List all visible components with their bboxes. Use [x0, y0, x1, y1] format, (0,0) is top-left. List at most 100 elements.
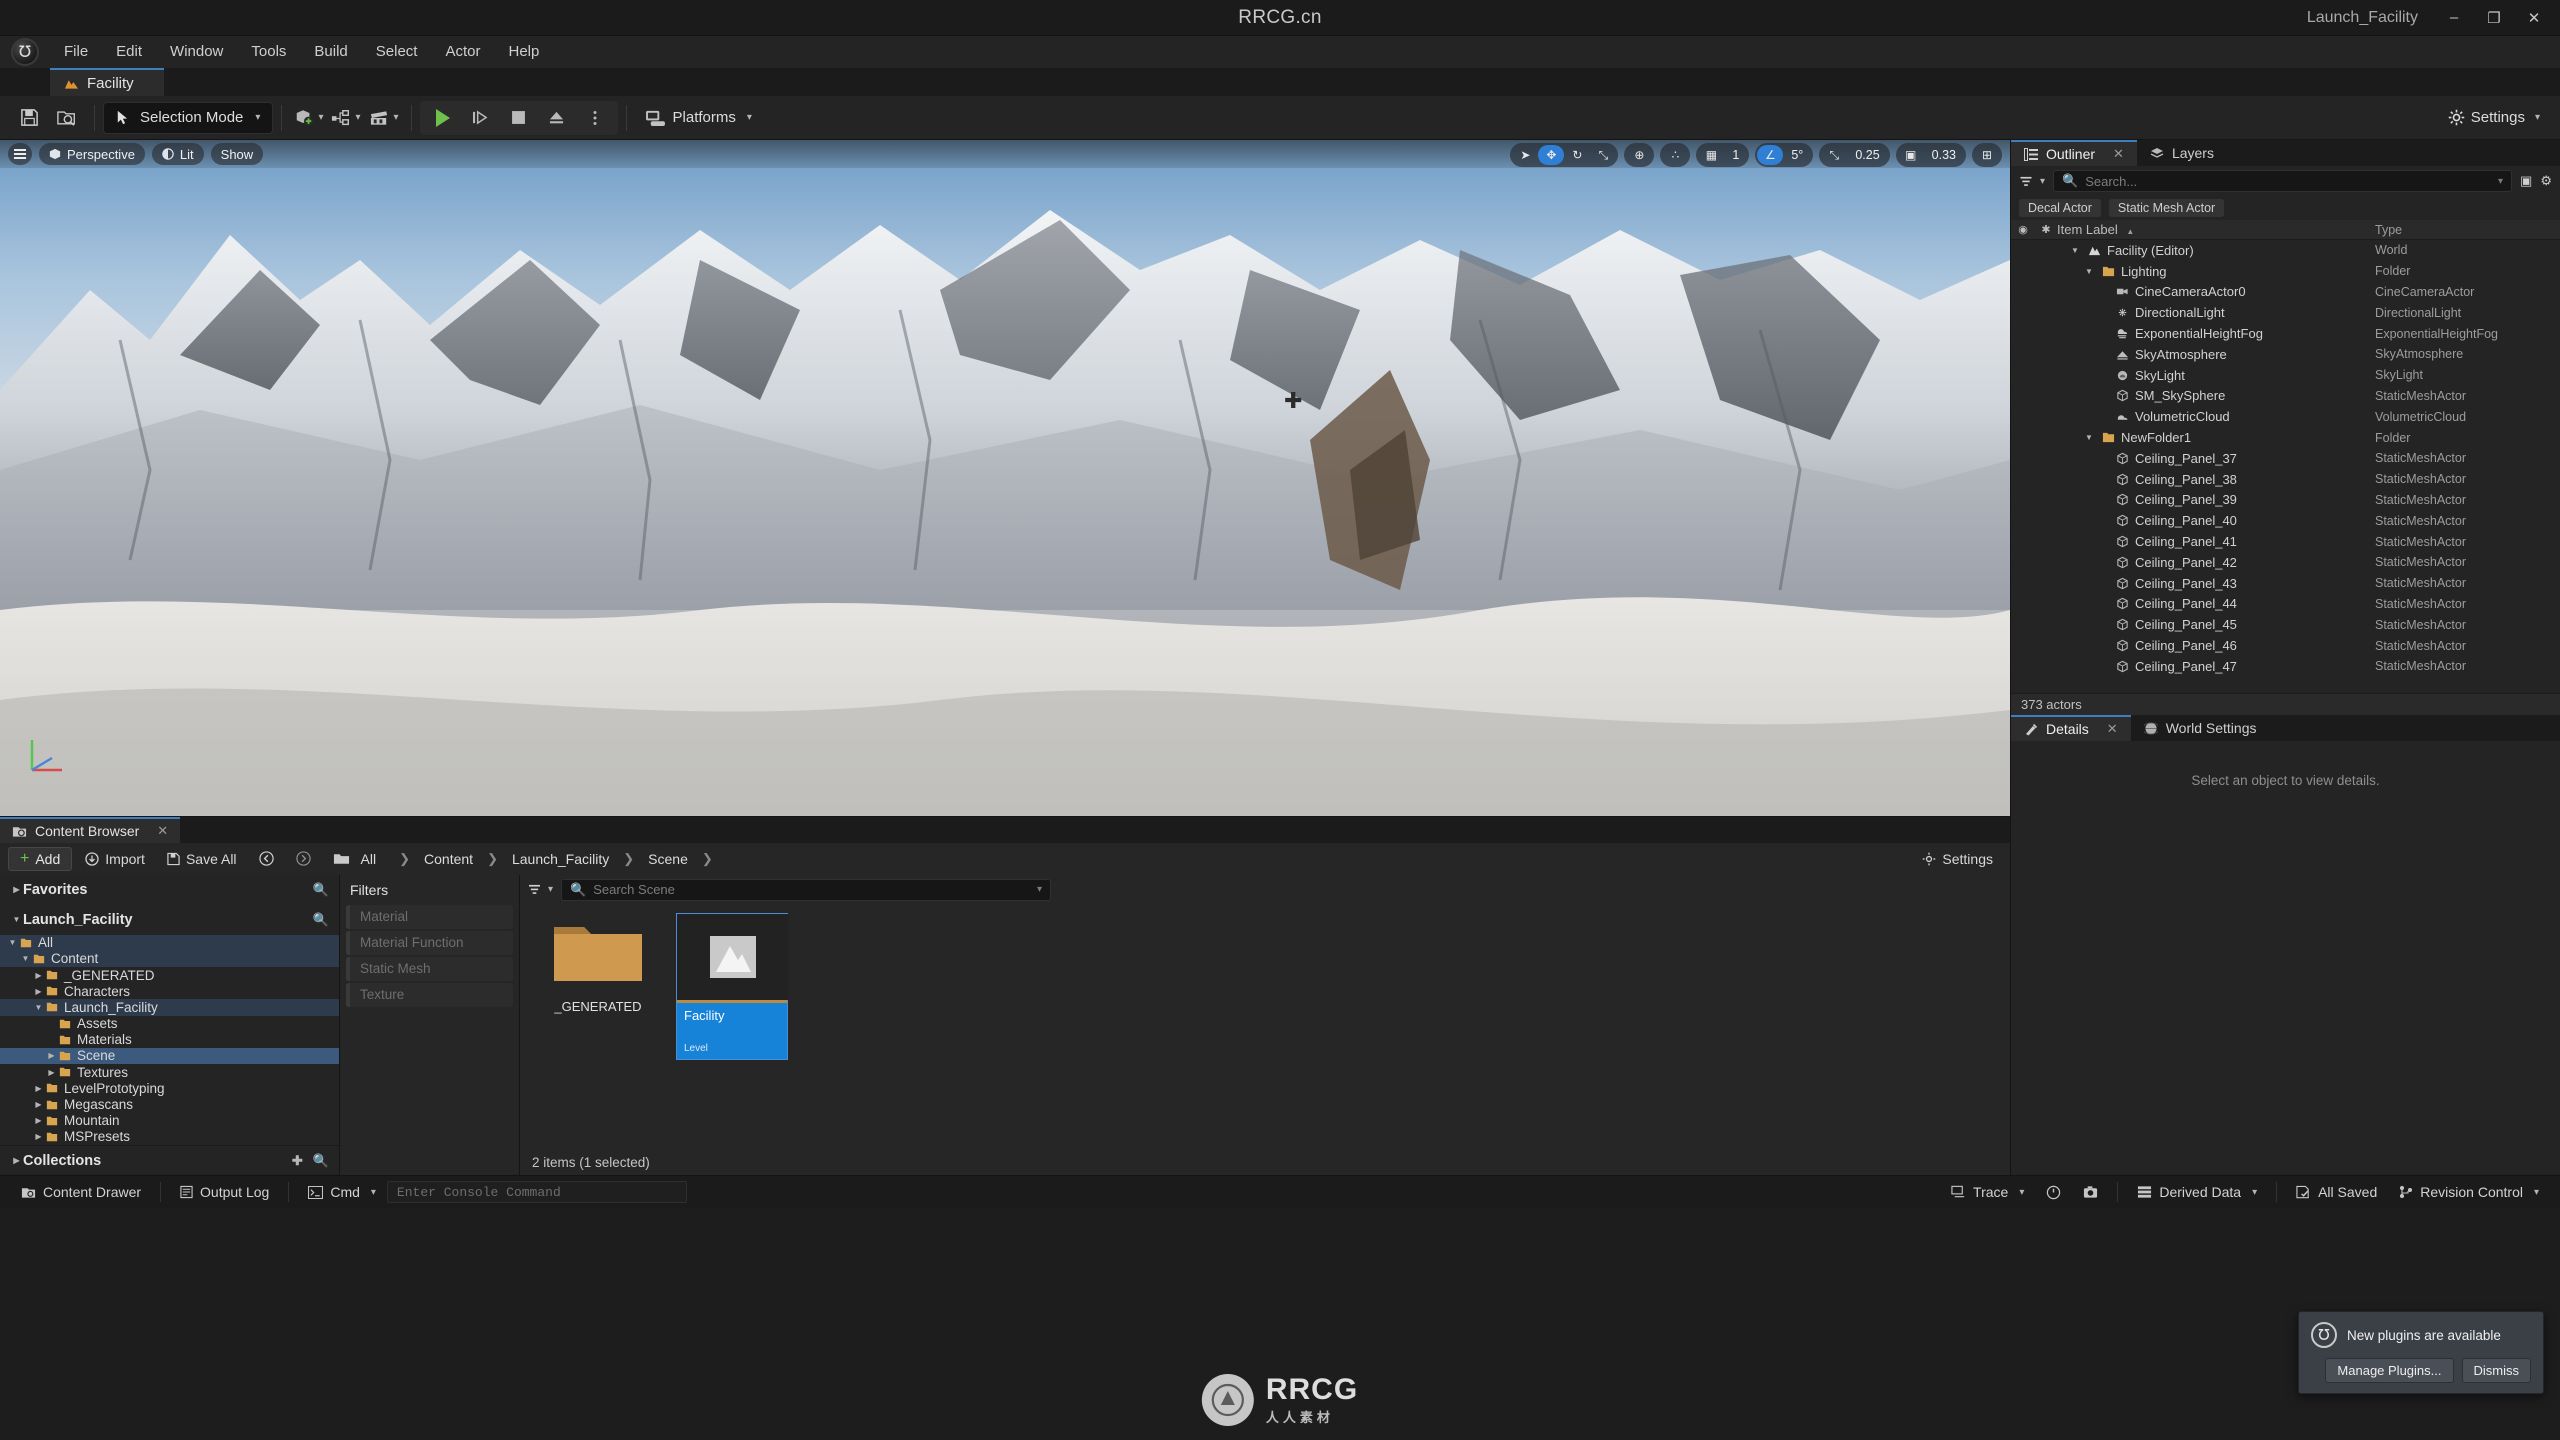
trace-button[interactable]: Trace ▾ — [1940, 1180, 2035, 1205]
outliner-row[interactable]: ExponentialHeightFog ExponentialHeightFog — [2011, 323, 2560, 344]
outliner-filter-button[interactable]: ▾ — [2019, 176, 2045, 187]
folder-tree-row[interactable]: Assets — [0, 1016, 339, 1032]
all-saved-button[interactable]: All Saved — [2285, 1180, 2388, 1205]
collections-header[interactable]: ▶ Collections ✚ 🔍 — [0, 1145, 339, 1175]
tab-outliner[interactable]: Outliner ✕ — [2011, 140, 2137, 166]
folder-tree-row[interactable]: ▶ LevelPrototyping — [0, 1080, 339, 1096]
expand-arrow-icon[interactable]: ▼ — [2085, 267, 2096, 276]
save-all-button[interactable]: Save All — [158, 847, 246, 871]
expand-arrow-icon[interactable]: ▶ — [32, 971, 45, 980]
folder-tree-row[interactable]: ▼ Launch_Facility — [0, 999, 339, 1016]
close-icon[interactable]: ✕ — [2113, 146, 2124, 162]
camera-speed-value[interactable]: 0.33 — [1924, 145, 1964, 165]
folder-tile[interactable]: _GENERATED — [542, 913, 654, 1014]
settings-button[interactable]: Settings ▾ — [2438, 101, 2550, 135]
unreal-logo-icon[interactable]: ℧ — [0, 36, 50, 68]
outliner-row[interactable]: ▼ Facility (Editor) World — [2011, 240, 2560, 261]
browse-content-icon[interactable] — [48, 101, 86, 135]
platforms-button[interactable]: Platforms ▾ — [635, 101, 762, 135]
outliner-settings-gear-icon[interactable]: ⚙ — [2540, 173, 2552, 189]
camera-icon[interactable]: ▣ — [1898, 145, 1924, 165]
menu-help[interactable]: Help — [495, 36, 554, 68]
expand-arrow-icon[interactable]: ▶ — [32, 1116, 45, 1125]
outliner-row[interactable]: Ceiling_Panel_43 StaticMeshActor — [2011, 573, 2560, 594]
skip-button[interactable] — [462, 101, 500, 135]
folder-tree-row[interactable]: ▶ Textures — [0, 1064, 339, 1080]
select-tool-icon[interactable]: ➤ — [1512, 145, 1538, 165]
column-type[interactable]: Type — [2375, 223, 2560, 237]
folder-tree-row[interactable]: ▶ Characters — [0, 983, 339, 999]
folder-tree-row[interactable]: ▶ MSPresets — [0, 1129, 339, 1145]
scale-snap-value[interactable]: 0.25 — [1847, 145, 1887, 165]
favorites-search-icon[interactable]: 🔍 — [313, 882, 329, 898]
column-item-label[interactable]: Item Label ▲ — [2057, 222, 2375, 237]
chevron-down-icon[interactable]: ▾ — [2498, 176, 2503, 187]
collections-search-icon[interactable]: 🔍 — [313, 1153, 329, 1169]
visibility-column-icon[interactable]: ◉ — [2011, 223, 2035, 236]
outliner-row[interactable]: Ceiling_Panel_38 StaticMeshActor — [2011, 469, 2560, 490]
outliner-row[interactable]: Ceiling_Panel_44 StaticMeshActor — [2011, 594, 2560, 615]
eject-button[interactable] — [538, 101, 576, 135]
expand-arrow-icon[interactable]: ▶ — [32, 1084, 45, 1093]
expand-arrow-icon[interactable]: ▼ — [19, 954, 32, 963]
folder-tree-row[interactable]: ▶ Megascans — [0, 1096, 339, 1112]
tab-world-settings[interactable]: World Settings — [2131, 715, 2270, 741]
level-viewport[interactable]: Perspective Lit Show ➤ ✥ ↻ ⤡ ⊕ ∴ ▦ 1 ∠ 5… — [0, 140, 2010, 816]
breadcrumb-all[interactable]: All — [356, 849, 382, 869]
grid-snap-icon[interactable]: ▦ — [1698, 145, 1724, 165]
breadcrumb-launch-facility[interactable]: Launch_Facility — [507, 849, 614, 869]
cinematics-button[interactable]: ▾ — [365, 101, 403, 135]
close-icon[interactable]: ✕ — [157, 823, 168, 839]
outliner-row[interactable]: CineCameraActor0 CineCameraActor — [2011, 282, 2560, 303]
filter-option[interactable]: Texture — [346, 982, 513, 1007]
menu-actor[interactable]: Actor — [431, 36, 494, 68]
add-button[interactable]: + Add — [8, 846, 73, 871]
output-log-button[interactable]: Output Log — [169, 1180, 280, 1205]
grid-snap-value[interactable]: 1 — [1724, 145, 1747, 165]
chevron-down-icon[interactable]: ▾ — [1037, 884, 1042, 895]
project-header[interactable]: ▼ Launch_Facility 🔍 — [0, 904, 339, 935]
folder-tree-row[interactable]: ▶ _GENERATED — [0, 967, 339, 983]
viewport-menu-icon[interactable] — [8, 143, 32, 165]
outliner-row-list[interactable]: ▼ Facility (Editor) World ▼ Lighting Folder Ci… — [2011, 240, 2560, 693]
selection-mode-button[interactable]: Selection Mode ▾ — [103, 101, 274, 134]
content-browser-folder-tree[interactable]: ▼ All ▼ Content ▶ _GENERATED ▶ Characters ▼ Launc… — [0, 934, 339, 1145]
play-more-button[interactable] — [576, 101, 614, 135]
show-button[interactable]: Show — [210, 143, 264, 165]
outliner-row[interactable]: SkyAtmosphere SkyAtmosphere — [2011, 344, 2560, 365]
tab-facility[interactable]: Facility — [50, 68, 164, 96]
outliner-row[interactable]: ▼ NewFolder1 Folder — [2011, 427, 2560, 448]
chip-static-mesh-actor[interactable]: Static Mesh Actor — [2108, 199, 2225, 217]
folder-tree-row[interactable]: Materials — [0, 1032, 339, 1048]
expand-arrow-icon[interactable]: ▶ — [32, 987, 45, 996]
dismiss-button[interactable]: Dismiss — [2461, 1358, 2531, 1383]
close-icon[interactable]: ✕ — [2107, 721, 2118, 737]
breadcrumb-root-folder[interactable]: All — [324, 847, 391, 871]
asset-filter-button[interactable]: ▾ — [528, 884, 553, 895]
filter-option[interactable]: Material — [346, 904, 513, 929]
outliner-row[interactable]: Ceiling_Panel_40 StaticMeshActor — [2011, 510, 2560, 531]
perspective-button[interactable]: Perspective — [39, 143, 145, 165]
asset-tile[interactable]: Facility Level — [676, 912, 789, 1060]
tab-content-browser[interactable]: Content Browser ✕ — [0, 816, 181, 843]
stop-button[interactable] — [500, 101, 538, 135]
lit-button[interactable]: Lit — [151, 143, 204, 165]
expand-arrow-icon[interactable]: ▼ — [32, 1003, 45, 1012]
folder-tree-row[interactable]: ▼ All — [0, 934, 339, 951]
asset-tile-grid[interactable]: _GENERATED Facility Level — [520, 905, 2010, 1149]
layout-icon[interactable]: ⊞ — [1974, 145, 2000, 165]
asset-search-input[interactable]: 🔍 Search Scene ▾ — [561, 878, 1052, 901]
favorites-header[interactable]: ▶ Favorites 🔍 — [0, 874, 339, 905]
outliner-search-input[interactable]: 🔍 Search... ▾ — [2053, 170, 2513, 192]
play-button[interactable] — [424, 101, 462, 135]
add-actor-button[interactable]: ▾ — [290, 101, 327, 135]
outliner-row[interactable]: ▼ Lighting Folder — [2011, 261, 2560, 282]
outliner-row[interactable]: Ceiling_Panel_46 StaticMeshActor — [2011, 635, 2560, 656]
outliner-row[interactable]: Ceiling_Panel_45 StaticMeshActor — [2011, 614, 2560, 635]
project-search-icon[interactable]: 🔍 — [313, 912, 329, 928]
minimize-icon[interactable]: – — [2434, 1, 2474, 35]
menu-tools[interactable]: Tools — [237, 36, 300, 68]
expand-arrow-icon[interactable]: ▶ — [45, 1051, 58, 1060]
cmd-selector-button[interactable]: Cmd ▾ — [297, 1180, 387, 1205]
add-collection-icon[interactable]: ✚ — [292, 1153, 303, 1169]
